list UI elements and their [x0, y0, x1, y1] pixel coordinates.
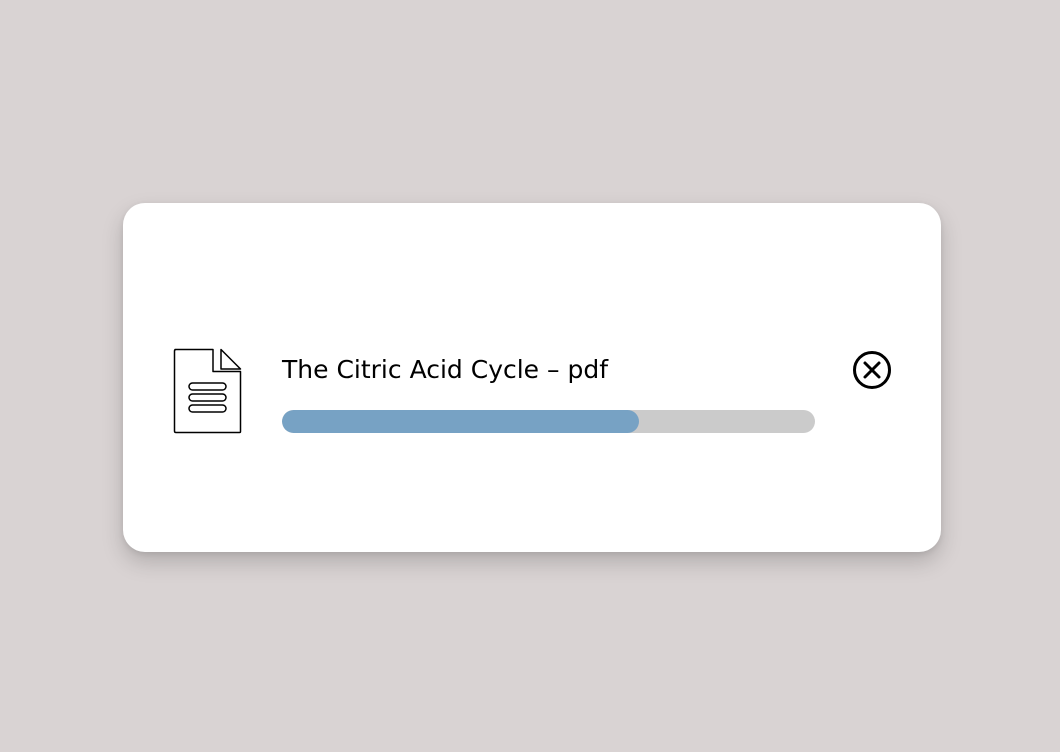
close-circle-icon — [853, 351, 891, 389]
file-name: The Citric Acid Cycle – pdf — [282, 355, 608, 384]
cancel-upload-button[interactable] — [851, 349, 893, 391]
document-icon — [173, 348, 243, 434]
upload-progress-fill — [282, 410, 640, 433]
upload-progress-bar — [282, 410, 815, 433]
upload-card: The Citric Acid Cycle – pdf — [123, 203, 941, 552]
